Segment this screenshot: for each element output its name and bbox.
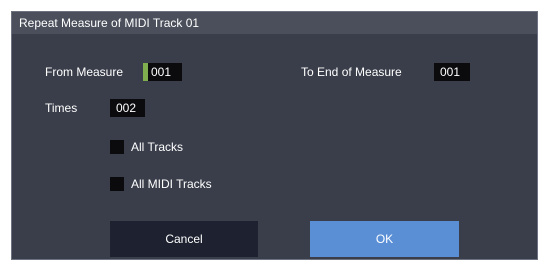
ok-button[interactable]: OK	[310, 221, 459, 257]
times-label: Times	[45, 101, 78, 115]
from-measure-label: From Measure	[45, 65, 124, 79]
repeat-measure-dialog: Repeat Measure of MIDI Track 01 From Mea…	[11, 11, 538, 260]
cancel-button[interactable]: Cancel	[110, 221, 258, 257]
all-tracks-label: All Tracks	[131, 140, 184, 154]
to-end-of-measure-label: To End of Measure	[301, 65, 402, 79]
times-field[interactable]: 002	[110, 99, 145, 117]
from-measure-field[interactable]: 001	[143, 63, 182, 81]
all-tracks-checkbox[interactable]	[110, 140, 124, 154]
to-end-of-measure-field[interactable]: 001	[434, 63, 470, 81]
dialog-title: Repeat Measure of MIDI Track 01	[12, 12, 537, 34]
all-midi-tracks-checkbox[interactable]	[110, 177, 124, 191]
all-midi-tracks-label: All MIDI Tracks	[131, 177, 212, 191]
